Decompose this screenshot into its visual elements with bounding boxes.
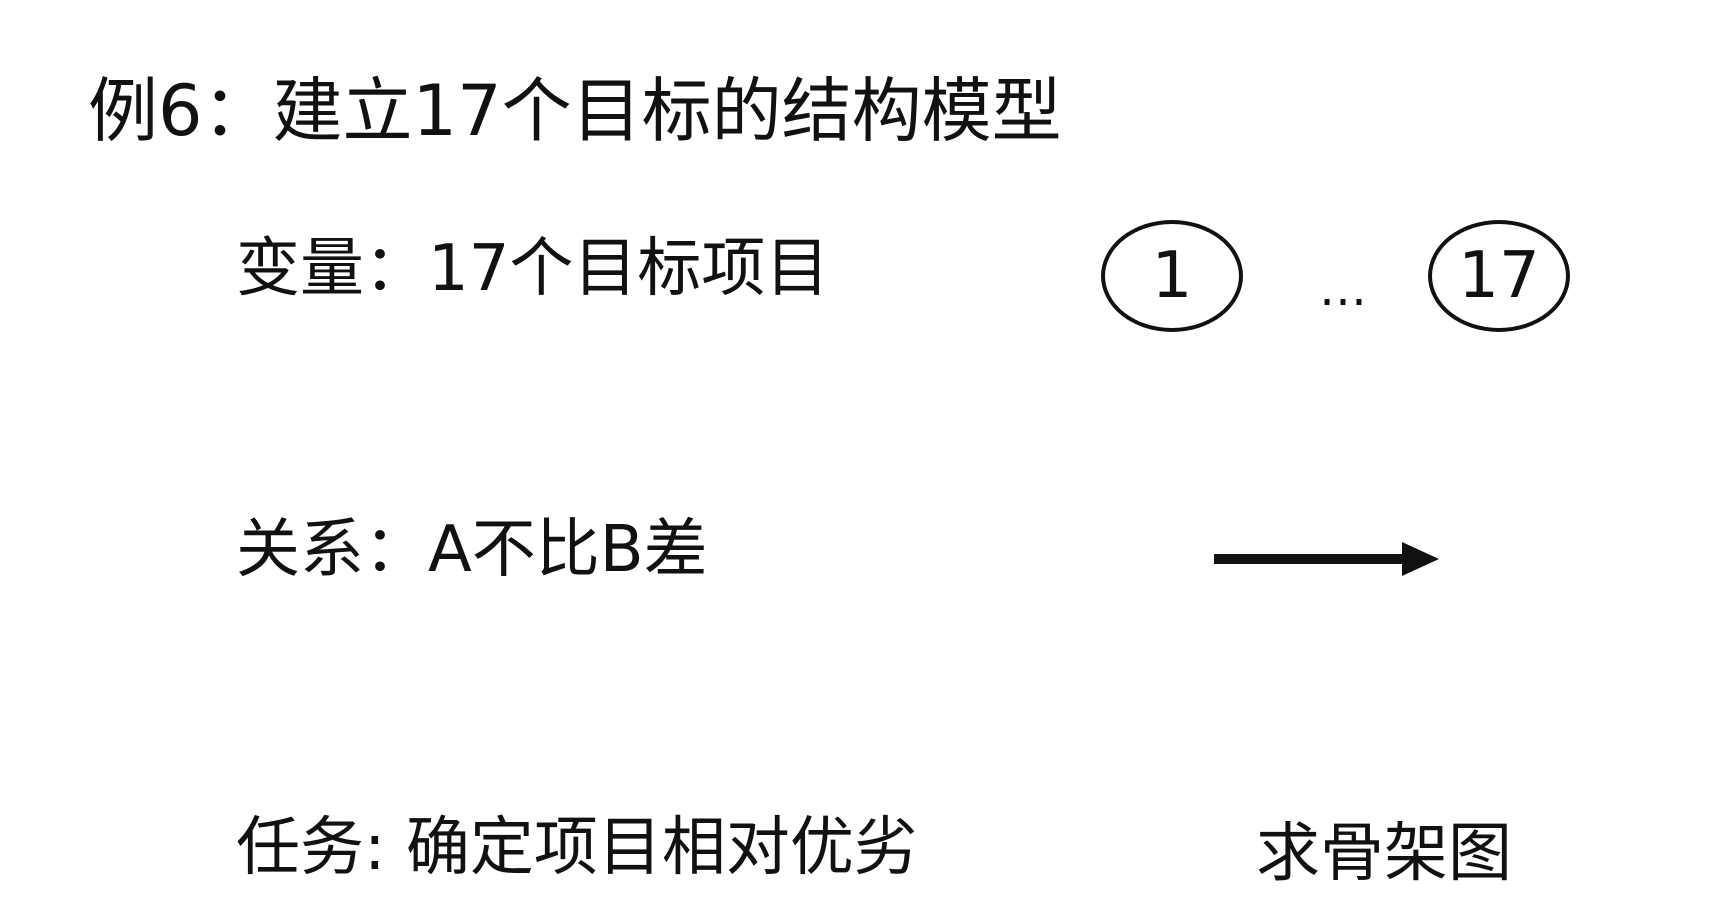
right-arrow-icon — [1214, 542, 1439, 576]
node-circle-last: 17 — [1428, 220, 1570, 332]
variables-line: 变量：17个目标项目 — [236, 232, 830, 306]
ellipsis-text: … — [1319, 261, 1368, 317]
slide-title: 例6：建立17个目标的结构模型 — [88, 70, 1062, 152]
skeleton-title: 求骨架图 — [1256, 817, 1512, 891]
node-circle-first: 1 — [1101, 220, 1243, 332]
node-last-label: 17 — [1458, 239, 1540, 313]
task-line: 任务: 确定项目相对优劣 — [236, 811, 918, 885]
relation-line: 关系：A不比B差 — [236, 513, 708, 587]
node-first-label: 1 — [1151, 239, 1193, 313]
